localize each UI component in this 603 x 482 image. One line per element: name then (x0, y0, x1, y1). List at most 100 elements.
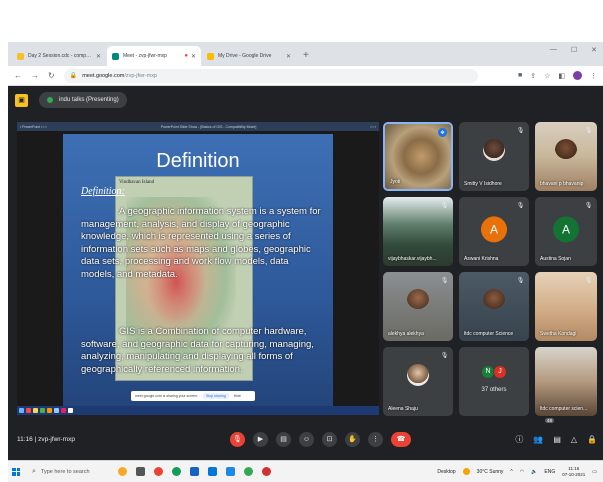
url-path: /zvp-jfwr-mxp (124, 72, 158, 79)
presenter-avatar (47, 97, 53, 103)
stop-sharing-button[interactable]: Stop sharing (203, 393, 229, 399)
participant-tile[interactable]: 🎙 Swetha Kondagi (535, 272, 597, 341)
url-host: meet.google.com (82, 72, 125, 79)
taskbar-app-icon (40, 408, 45, 413)
app-icon[interactable] (262, 467, 271, 476)
meet-top-bar: ▣ indu talks (Presenting) (8, 86, 603, 114)
task-view-icon[interactable] (136, 467, 145, 476)
camera-icon[interactable]: ■ (518, 72, 522, 79)
participant-photo (407, 363, 429, 386)
hide-button[interactable]: Hide (234, 394, 241, 398)
side-controls: ⓘ 👥 ▤ △ 🔒 (515, 434, 597, 445)
mic-off-icon: 🎙 (516, 278, 525, 284)
volume-icon[interactable]: 🔈 (531, 469, 537, 475)
participant-name: Swetha Kondagi (540, 331, 577, 337)
participant-tile[interactable]: 🎙 Smitty V Isidhore (459, 122, 529, 191)
mic-off-icon: 🎙 (584, 128, 593, 134)
presenter-chip[interactable]: indu talks (Presenting) (39, 92, 127, 108)
windows-start-icon[interactable] (12, 467, 20, 476)
tab-title: Meet - zvp-jfwr-mxp (123, 53, 167, 59)
url-input[interactable]: 🔒 meet.google.com/zvp-jfwr-mxp (63, 68, 478, 83)
wifi-icon[interactable]: ◠ (520, 469, 524, 475)
browser-tab-bar: Day 2 Session.cdc - computer ✕ Meet - zv… (8, 42, 603, 66)
mic-off-icon: 🎙 (516, 203, 525, 209)
close-window-icon[interactable]: ✕ (591, 46, 597, 54)
language-indicator[interactable]: ENG (544, 469, 555, 475)
menu-icon[interactable]: ⋮ (590, 72, 597, 80)
participant-tile[interactable]: A 🎙 Aswani Krishna (459, 197, 529, 266)
browser-icon[interactable] (244, 467, 253, 476)
people-icon[interactable]: 👥 (533, 435, 543, 444)
maximize-icon[interactable]: ☐ (571, 46, 577, 54)
mic-toggle-button[interactable]: 🎙 (230, 431, 245, 447)
tab-session[interactable]: Day 2 Session.cdc - computer ✕ (12, 46, 106, 66)
present-button[interactable]: ⊡ (322, 431, 337, 447)
explorer-icon[interactable] (190, 467, 199, 476)
edge-icon[interactable] (172, 467, 181, 476)
call-controls: 🎙 ▶ ▤ ☺ ⊡ ✋ ⋮ ☎ (230, 431, 411, 447)
camera-toggle-button[interactable]: ▶ (253, 431, 268, 447)
more-options-button[interactable]: ⋮ (368, 431, 383, 447)
tab-drive[interactable]: My Drive - Google Drive ✕ (202, 46, 296, 66)
info-icon[interactable]: ⓘ (515, 434, 523, 445)
share-icon[interactable]: ⇪ (530, 72, 536, 80)
tab-title: My Drive - Google Drive (218, 53, 272, 59)
minimize-icon[interactable]: — (550, 46, 557, 54)
close-icon[interactable]: ✕ (286, 53, 291, 60)
back-icon[interactable]: ← (14, 71, 22, 80)
participant-tile[interactable]: 🎙 bhavani p bhavanip (535, 122, 597, 191)
store-icon[interactable] (208, 467, 217, 476)
tab-meet[interactable]: Meet - zvp-jfwr-mxp ● ✕ (107, 46, 201, 66)
slide-paragraph-2: GIS is a Combination of computer hardwar… (81, 326, 314, 375)
profile-avatar[interactable] (573, 71, 582, 80)
participant-photo (483, 138, 505, 161)
slide: Vindhavan Island Definition Definition: … (63, 134, 333, 406)
tray-arrow-icon[interactable]: ^ (510, 469, 512, 475)
participant-tile[interactable]: A 🎙 Austina Sojan (535, 197, 597, 266)
chat-icon[interactable]: ▤ (553, 435, 561, 444)
mail-icon[interactable] (226, 467, 235, 476)
reload-icon[interactable]: ↻ (48, 71, 55, 80)
desktop-label[interactable]: Desktop (437, 469, 455, 475)
weather-text[interactable]: 30°C Sunny (477, 469, 504, 475)
taskbar-search-input[interactable]: ⌕ Type here to search (28, 465, 110, 479)
share-notice-text: meet.google.com is sharing your screen. (135, 394, 199, 398)
others-tile[interactable]: N J 37 others (459, 347, 529, 416)
mic-off-icon: 🎙 (440, 203, 449, 209)
star-icon[interactable]: ☆ (544, 72, 550, 80)
raise-hand-button[interactable]: ✋ (345, 431, 360, 447)
participant-tile[interactable]: 🎙 ltdc computer Science (459, 272, 529, 341)
presentation-stream[interactable]: ▪ PowerPoint ▪ ▪ ▪ PowerPoint Slide Show… (17, 122, 379, 415)
meeting-info: 11:16 | zvp-jfwr-mxp (17, 436, 75, 443)
lock-icon[interactable]: 🔒 (587, 435, 597, 444)
close-icon[interactable]: ✕ (191, 53, 196, 60)
screen-frame: Day 2 Session.cdc - computer ✕ Meet - zv… (8, 42, 603, 482)
address-bar: ← → ↻ 🔒 meet.google.com/zvp-jfwr-mxp ■ ⇪… (8, 66, 603, 86)
participant-avatar: A (553, 215, 579, 242)
participant-tile[interactable]: ✥ Jyoti (383, 122, 453, 191)
participant-photo (407, 288, 429, 311)
participant-name: ltdc computer scien... (540, 406, 588, 412)
participant-name: Jyoti (390, 179, 401, 185)
pin-icon[interactable]: ✥ (438, 128, 447, 137)
clock[interactable]: 11:16 07-10-2021 (562, 466, 585, 478)
close-icon[interactable]: ✕ (96, 53, 101, 60)
presentation-icon[interactable]: ▣ (15, 93, 28, 107)
chrome-icon[interactable] (154, 467, 163, 476)
end-call-button[interactable]: ☎ (391, 431, 411, 447)
captions-button[interactable]: ▤ (276, 431, 291, 447)
search-placeholder: Type here to search (40, 468, 90, 475)
participant-tile[interactable]: 🎙 vijaybhaskar.vijaybh... (383, 197, 453, 266)
forward-icon[interactable]: → (31, 71, 39, 80)
extensions-icon[interactable]: ◧ (558, 72, 565, 80)
participant-tile[interactable]: 🎙 alekhya alekhya (383, 272, 453, 341)
emoji-button[interactable]: ☺ (299, 431, 314, 447)
participant-tile[interactable]: ltdc computer scien... (535, 347, 597, 416)
news-widget-icon[interactable] (118, 467, 127, 476)
activities-icon[interactable]: △ (571, 435, 577, 444)
participant-tile[interactable]: 🎙 Aleena Shaju (383, 347, 453, 416)
participant-photo (555, 138, 577, 161)
others-count: 37 others (481, 387, 507, 394)
notifications-icon[interactable]: ▭ (592, 469, 597, 475)
new-tab-button[interactable]: + (297, 46, 315, 66)
